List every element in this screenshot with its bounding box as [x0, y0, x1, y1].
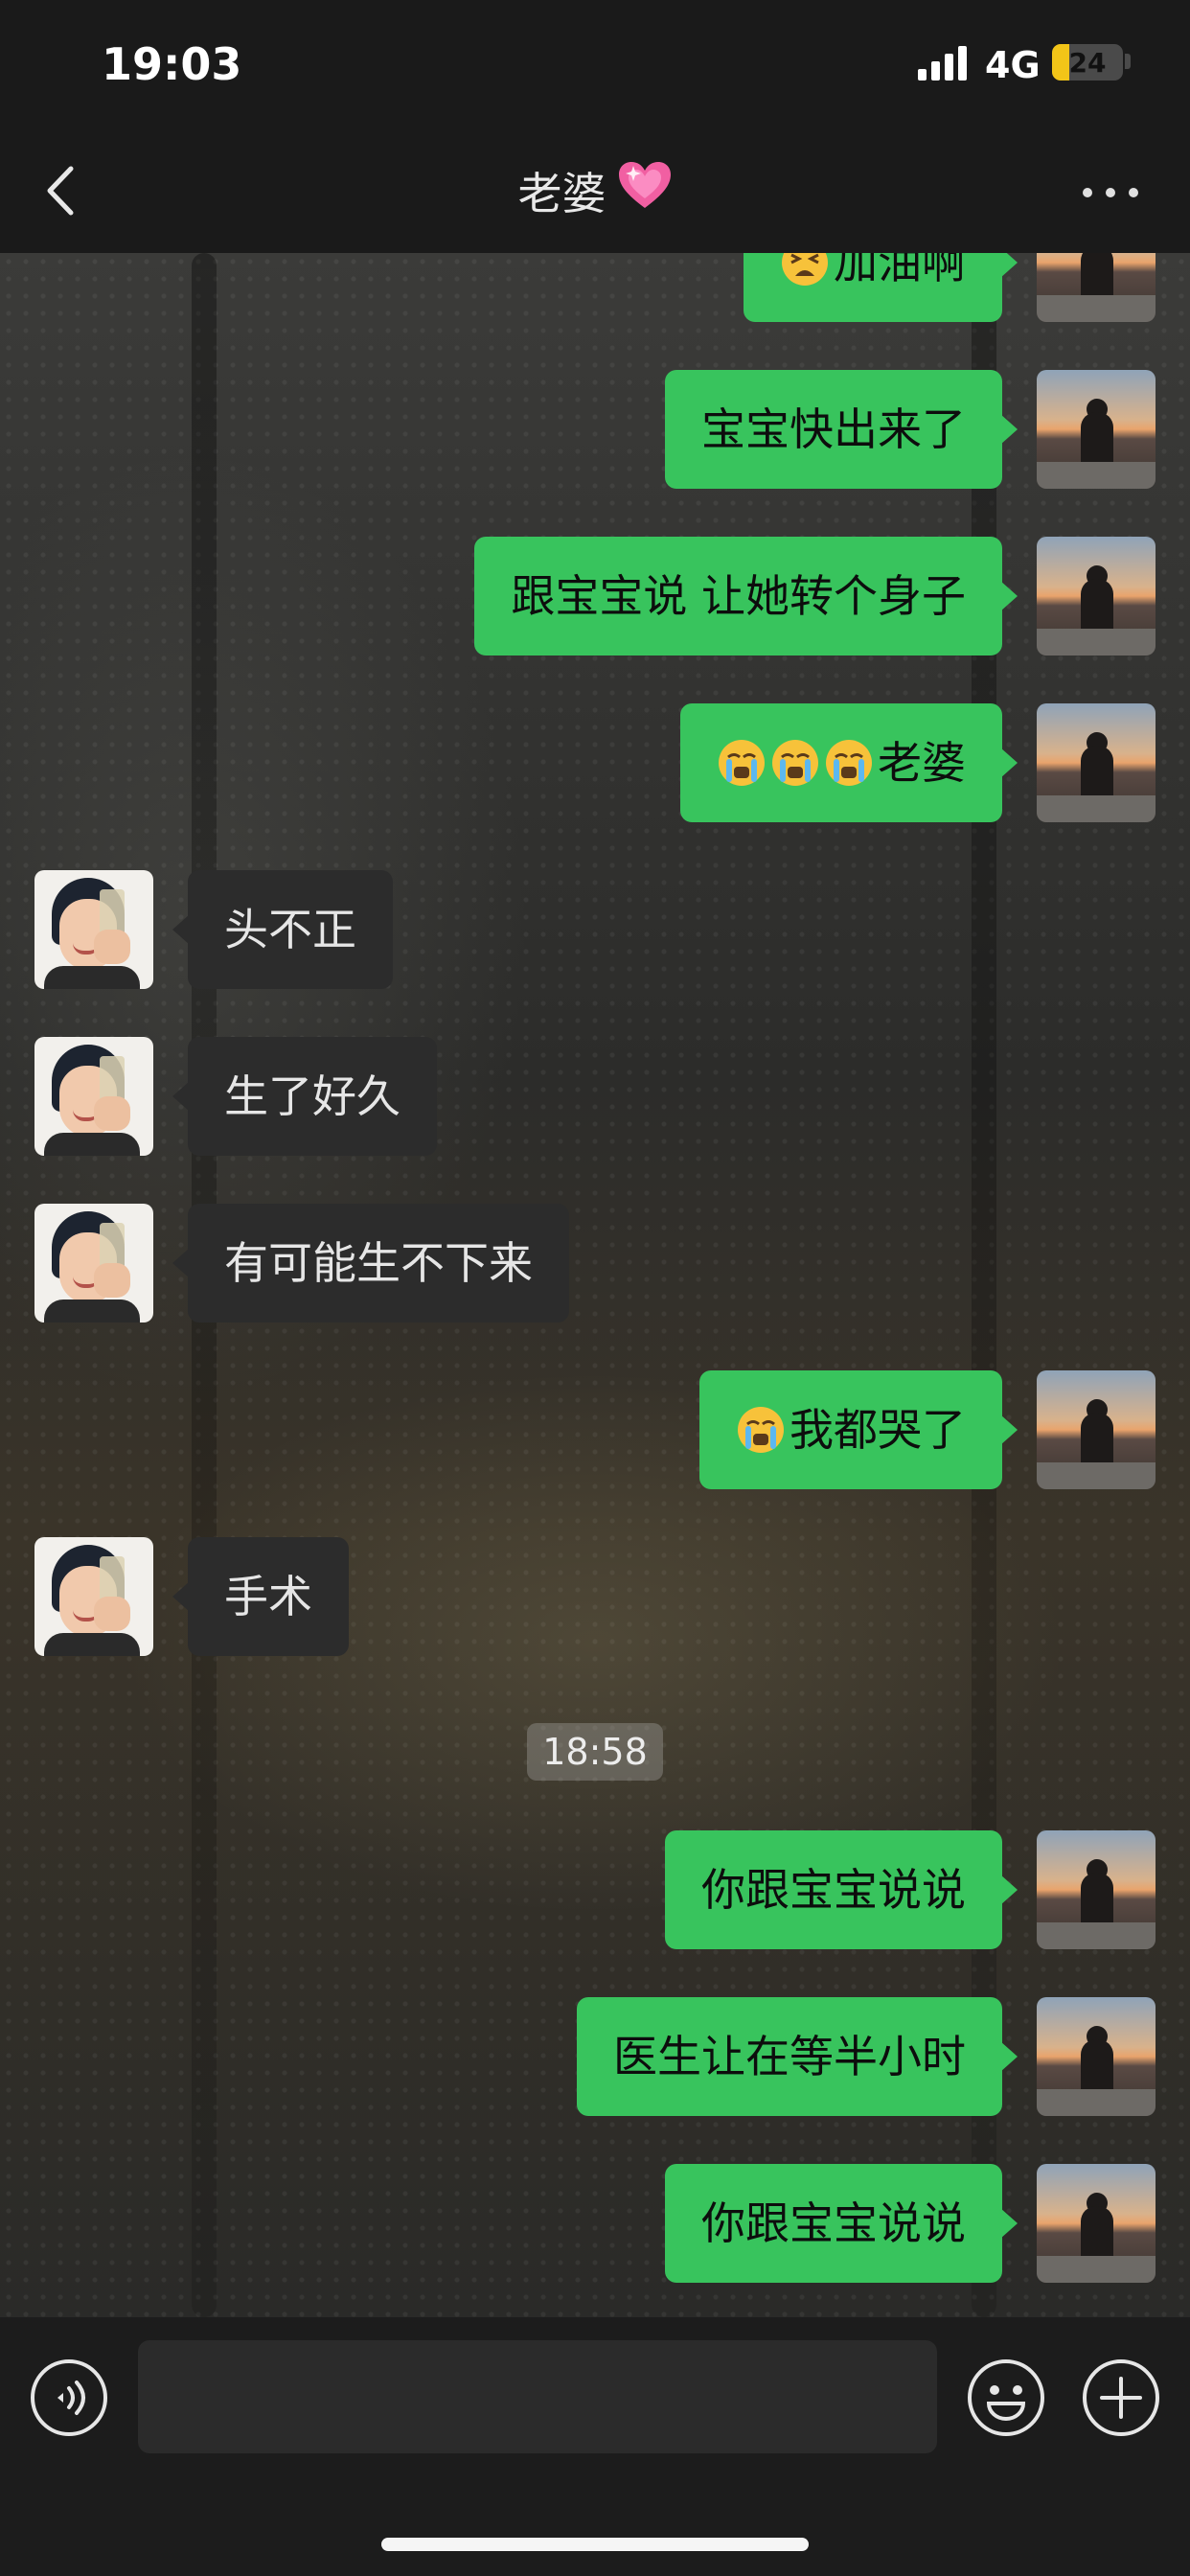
message-text: 加油啊	[834, 253, 966, 288]
signal-strength-icon	[918, 46, 968, 80]
message-text: 老婆	[878, 737, 966, 789]
avatar-self[interactable]	[1037, 370, 1156, 489]
message-text: 医生让在等半小时	[613, 2031, 966, 2082]
plus-icon	[1083, 2359, 1159, 2436]
message-timestamp: 18:58	[527, 1723, 663, 1781]
message-text: 我都哭了	[790, 1404, 966, 1456]
chat-screen: 19:03 4G 24 老婆 加油啊 宝宝快出来了 跟宝宝说 让她转个身子 老婆…	[0, 0, 1190, 2576]
message-row: 我都哭了	[0, 1370, 1190, 1489]
message-row: 有可能生不下来	[0, 1204, 1190, 1322]
avatar-contact[interactable]	[34, 1204, 153, 1322]
battery-cap	[1125, 54, 1131, 69]
voice-icon	[31, 2359, 107, 2436]
message-bubble-sent[interactable]: 老婆	[680, 703, 1018, 822]
message-text: 头不正	[224, 904, 356, 955]
avatar-self[interactable]	[1037, 1830, 1156, 1949]
avatar-contact[interactable]	[34, 1537, 153, 1656]
message-row: 生了好久	[0, 1037, 1190, 1156]
message-text: 跟宝宝说 让她转个身子	[511, 570, 966, 622]
avatar-self[interactable]	[1037, 1997, 1156, 2116]
status-time: 19:03	[102, 38, 242, 90]
network-type: 4G	[985, 44, 1041, 86]
title-wrap: 老婆	[0, 134, 1190, 253]
avatar-contact[interactable]	[34, 870, 153, 989]
battery-level: 24	[1068, 47, 1107, 79]
emoji-icon	[968, 2359, 1044, 2436]
message-bubble-received[interactable]: 头不正	[172, 870, 393, 989]
input-bar	[0, 2317, 1190, 2576]
message-row: 宝宝快出来了	[0, 370, 1190, 489]
message-text: 你跟宝宝说说	[701, 2197, 966, 2249]
avatar-self[interactable]	[1037, 537, 1156, 656]
avatar-self[interactable]	[1037, 1370, 1156, 1489]
crying-face-icon	[826, 739, 872, 786]
emoji-button[interactable]	[966, 2358, 1046, 2438]
avatar-self[interactable]	[1037, 253, 1156, 322]
weary-face-icon	[782, 253, 828, 286]
crying-face-icon	[719, 739, 765, 786]
status-bar: 19:03 4G 24	[0, 0, 1190, 134]
back-button[interactable]	[29, 157, 96, 224]
message-bubble-sent[interactable]: 宝宝快出来了	[665, 370, 1018, 489]
avatar-contact[interactable]	[34, 1037, 153, 1156]
message-row: 头不正	[0, 870, 1190, 989]
chat-title: 老婆	[517, 168, 606, 219]
message-row: 老婆	[0, 703, 1190, 822]
avatar-self[interactable]	[1037, 2164, 1156, 2283]
message-bubble-sent[interactable]: 跟宝宝说 让她转个身子	[474, 537, 1018, 656]
battery-icon: 24	[1052, 44, 1123, 80]
message-bubble-received[interactable]: 手术	[172, 1537, 349, 1656]
message-row: 医生让在等半小时	[0, 1997, 1190, 2116]
message-text: 你跟宝宝说说	[701, 1864, 966, 1916]
message-text: 生了好久	[224, 1070, 400, 1122]
message-bubble-received[interactable]: 有可能生不下来	[172, 1204, 569, 1322]
message-row: 跟宝宝说 让她转个身子	[0, 537, 1190, 656]
message-text: 手术	[224, 1571, 312, 1622]
message-input[interactable]	[138, 2340, 937, 2453]
message-bubble-sent[interactable]: 加油啊	[744, 253, 1018, 322]
more-button[interactable]	[1073, 172, 1150, 211]
message-bubble-sent[interactable]: 医生让在等半小时	[577, 1997, 1018, 2116]
message-bubble-sent[interactable]: 你跟宝宝说说	[665, 2164, 1018, 2283]
home-indicator	[381, 2538, 809, 2551]
crying-face-icon	[738, 1406, 784, 1453]
crying-face-icon	[772, 739, 818, 786]
message-bubble-sent[interactable]: 我都哭了	[699, 1370, 1018, 1489]
voice-button[interactable]	[29, 2358, 109, 2438]
avatar-self[interactable]	[1037, 703, 1156, 822]
more-dots-icon	[1083, 188, 1092, 197]
message-text: 有可能生不下来	[224, 1237, 533, 1289]
message-row: 你跟宝宝说说	[0, 1830, 1190, 1949]
message-text: 宝宝快出来了	[701, 403, 966, 455]
message-bubble-received[interactable]: 生了好久	[172, 1037, 437, 1156]
message-row: 手术	[0, 1537, 1190, 1656]
nav-bar: 老婆	[0, 134, 1190, 253]
message-row: 你跟宝宝说说	[0, 2164, 1190, 2283]
chevron-left-icon	[47, 166, 74, 216]
plus-button[interactable]	[1081, 2358, 1161, 2438]
message-bubble-sent[interactable]: 你跟宝宝说说	[665, 1830, 1018, 1949]
chat-area[interactable]: 加油啊 宝宝快出来了 跟宝宝说 让她转个身子 老婆 头不正 生了好久 有可能生不…	[0, 253, 1190, 2317]
message-row: 加油啊	[0, 253, 1190, 322]
sparkling-heart-icon	[617, 146, 673, 264]
